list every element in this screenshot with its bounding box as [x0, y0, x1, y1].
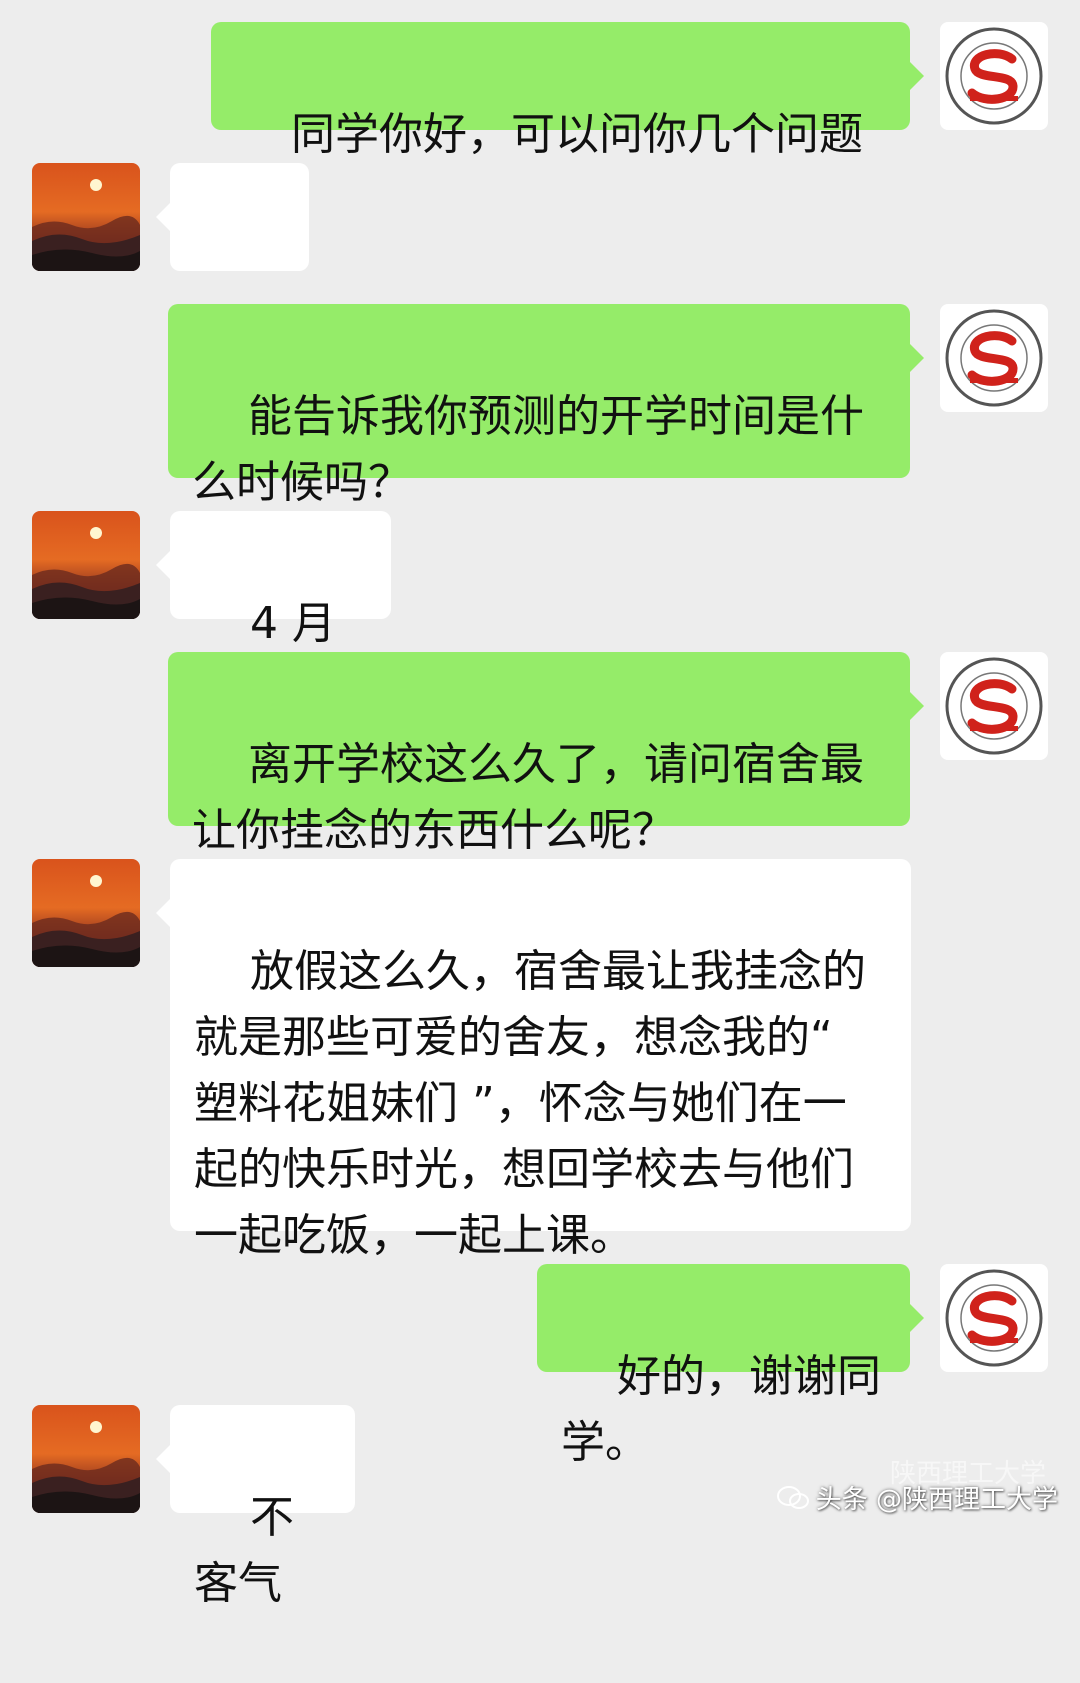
sunset-mountain-icon[interactable] [32, 511, 140, 619]
university-logo-icon[interactable] [940, 652, 1048, 760]
bubble-tail [156, 551, 170, 579]
wechat-icon [776, 1485, 809, 1509]
message-bubble-other[interactable]: 放假这么久，宿舍最让我挂念的就是那些可爱的舍友，想念我的“ 塑料花姐妹们 ”，怀… [170, 859, 911, 1261]
bubble-tail [910, 344, 924, 372]
bubble-tail [156, 899, 170, 927]
bubble-tail [910, 1304, 924, 1332]
sunset-mountain-icon[interactable] [32, 163, 140, 271]
watermark-text: 头条 @陕西理工大学 [815, 1485, 1058, 1515]
message-bubble-other[interactable]: 4 月下旬 [170, 511, 391, 715]
bubble-tail [156, 1445, 170, 1473]
bubble-tail [156, 203, 170, 231]
message-text: 离开学校这么久了，请问宿舍最让你挂念的东西什么呢？ [192, 739, 864, 856]
message-text: 同学你好，可以问你几个问题吗？ [235, 109, 863, 226]
message-bubble-other[interactable]: 可以 [170, 163, 309, 367]
sunset-mountain-icon[interactable] [32, 859, 140, 967]
university-logo-icon[interactable] [940, 22, 1048, 130]
bubble-tail [910, 692, 924, 720]
university-logo-icon[interactable] [940, 1264, 1048, 1372]
message-text: 放假这么久，宿舍最让我挂念的就是那些可爱的舍友，想念我的“ 塑料花姐妹们 ”，怀… [194, 946, 866, 1261]
message-bubble-other[interactable]: 不客气 [170, 1405, 355, 1609]
watermark: 头条 @陕西理工大学 [776, 1479, 1058, 1516]
message-text: 不客气 [194, 1492, 294, 1609]
university-logo-icon[interactable] [940, 304, 1048, 412]
sunset-mountain-icon[interactable] [32, 1405, 140, 1513]
message-bubble-me[interactable]: 能告诉我你预测的开学时间是什么时候吗？ [168, 304, 910, 508]
bubble-tail [910, 62, 924, 90]
message-text: 好的，谢谢同学。 [561, 1351, 881, 1468]
message-bubble-me[interactable]: 同学你好，可以问你几个问题吗？ [211, 22, 910, 226]
message-bubble-me[interactable]: 好的，谢谢同学。 [537, 1264, 910, 1468]
message-bubble-me[interactable]: 离开学校这么久了，请问宿舍最让你挂念的东西什么呢？ [168, 652, 910, 856]
message-text: 能告诉我你预测的开学时间是什么时候吗？ [192, 391, 864, 508]
